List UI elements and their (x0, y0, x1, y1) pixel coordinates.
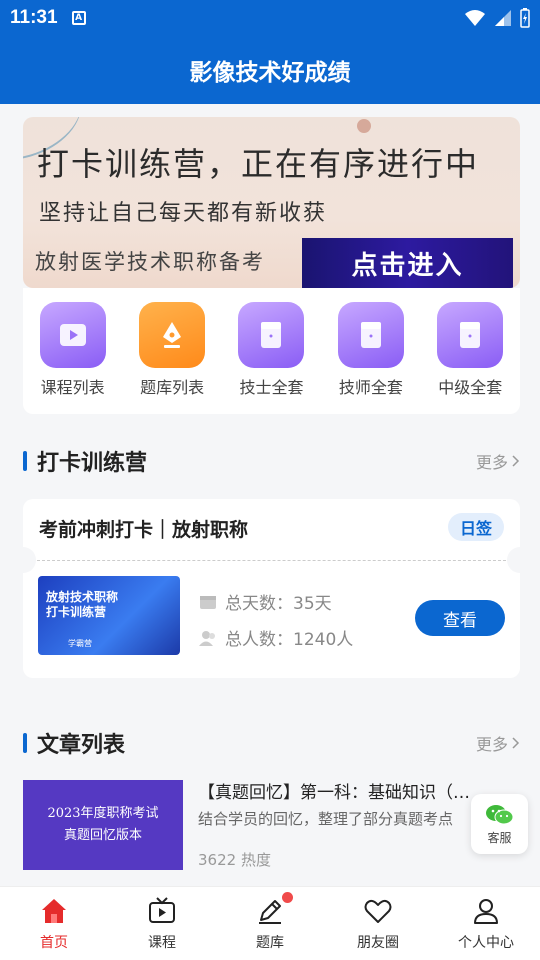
page-title: 影像技术好成绩 (0, 36, 540, 104)
status-time: 11:31 (10, 7, 58, 28)
banner-note: 放射医学技术职称备考 (35, 250, 265, 274)
wechat-icon (485, 804, 513, 824)
banner-title: 打卡训练营，正在有序进行中 (37, 145, 480, 183)
thumb-line2: 打卡训练营 (46, 605, 107, 619)
tab-label: 首页 (40, 934, 68, 951)
article-thumbnail[interactable]: 2023年度职称考试 真题回忆版本 (23, 780, 183, 870)
pencil-icon (259, 899, 281, 924)
notification-a-icon: A (71, 11, 86, 25)
tab-label: 朋友圈 (357, 934, 399, 951)
heart-icon (364, 899, 392, 923)
chevron-right-icon (512, 455, 520, 467)
customer-service-button[interactable]: 客服 (471, 794, 528, 854)
thumb-line1: 放射技术职称 (46, 590, 119, 604)
article-description: 结合学员的回忆，整理了部分真题考点 (198, 810, 454, 828)
camp-card[interactable]: 考前冲刺打卡｜放射职称 日签 放射技术职称 打卡训练营 学霸营 总天数：35天 … (10, 499, 533, 678)
quick-label: 题库列表 (140, 378, 205, 397)
user-icon (474, 898, 498, 924)
days-value: 35天 (293, 594, 332, 614)
article-thumb-line1: 2023年度职称考试 (47, 806, 159, 821)
tab-label: 题库 (256, 934, 284, 951)
notification-dot (282, 891, 293, 903)
section-title: 文章列表 (37, 733, 126, 758)
tab-profile[interactable]: 个人中心 (436, 896, 536, 952)
tab-home[interactable]: 首页 (4, 896, 104, 952)
thumb-small: 学霸营 (68, 639, 92, 648)
camp-title: 考前冲刺打卡｜放射职称 (39, 519, 249, 541)
people-icon (199, 630, 215, 646)
quick-intermediate-set[interactable]: 中级全套 (425, 302, 515, 414)
total-people: 总人数：1240人 (199, 625, 353, 650)
section-accent-bar (23, 451, 27, 471)
more-label: 更多 (475, 735, 508, 754)
card-notch-left (10, 547, 36, 573)
total-days: 总天数：35天 (199, 589, 332, 614)
banner-subtitle: 坚持让自己每天都有新收获 (39, 201, 328, 226)
signal-icon (495, 10, 511, 26)
battery-icon (520, 8, 530, 28)
days-label: 总天数： (225, 594, 293, 614)
promo-banner[interactable]: 打卡训练营，正在有序进行中 坚持让自己每天都有新收获 放射医学技术职称备考 点击… (23, 117, 520, 288)
daily-sign-badge[interactable]: 日签 (447, 513, 504, 541)
more-label: 更多 (475, 453, 508, 472)
tab-label: 个人中心 (458, 934, 514, 951)
book-icon (437, 302, 504, 368)
quick-course-list[interactable]: 课程列表 (28, 302, 118, 414)
tab-moments[interactable]: 朋友圈 (328, 896, 428, 952)
pen-nib-icon (139, 302, 206, 368)
quick-senior-technician-set[interactable]: 技师全套 (326, 302, 416, 414)
status-bar: 11:31 A (0, 0, 540, 36)
quick-label: 技士全套 (239, 378, 304, 397)
home-icon (42, 898, 66, 923)
video-icon (39, 302, 106, 368)
tab-label: 课程 (148, 934, 176, 951)
people-label: 总人数： (225, 630, 293, 650)
card-notch-right (507, 547, 533, 573)
camp-section-header: 打卡训练营 更多 (23, 446, 520, 476)
quick-label: 课程列表 (40, 378, 105, 397)
banner-dot-decoration (357, 119, 371, 133)
book-icon (337, 302, 404, 368)
status-icons (464, 8, 530, 28)
tv-play-icon (149, 896, 175, 923)
chevron-right-icon (512, 737, 520, 749)
section-title: 打卡训练营 (37, 451, 148, 476)
quick-question-bank[interactable]: 题库列表 (127, 302, 217, 414)
wifi-icon (465, 10, 485, 26)
tab-course[interactable]: 课程 (112, 896, 212, 952)
book-icon (238, 302, 305, 368)
article-section-header: 文章列表 更多 (23, 728, 520, 758)
people-value: 1240人 (293, 630, 354, 650)
article-title[interactable]: 【真题回忆】第一科：基础知识（… (198, 778, 508, 803)
quick-technician-set[interactable]: 技士全套 (226, 302, 316, 414)
banner-enter-button[interactable]: 点击进入 (302, 238, 513, 288)
view-button[interactable]: 查看 (415, 600, 505, 636)
article-thumb-line2: 真题回忆版本 (63, 828, 142, 843)
dashed-divider (37, 560, 506, 561)
calendar-icon (200, 595, 216, 609)
article-popularity: 3622 热度 (198, 851, 271, 869)
camp-more-link[interactable]: 更多 (476, 449, 520, 473)
tab-question-bank[interactable]: 题库 (220, 891, 320, 952)
quick-label: 技师全套 (338, 378, 403, 397)
quick-label: 中级全套 (438, 378, 503, 397)
camp-thumbnail[interactable]: 放射技术职称 打卡训练营 学霸营 (38, 576, 180, 655)
service-label: 客服 (487, 830, 512, 845)
bottom-tab-bar: 首页 课程 题库 朋友圈 个人中心 (0, 886, 540, 960)
quick-menu: 课程列表 题库列表 技士全套 技师全套 中级全套 (23, 288, 520, 414)
section-accent-bar (23, 733, 27, 753)
article-more-link[interactable]: 更多 (476, 731, 520, 755)
